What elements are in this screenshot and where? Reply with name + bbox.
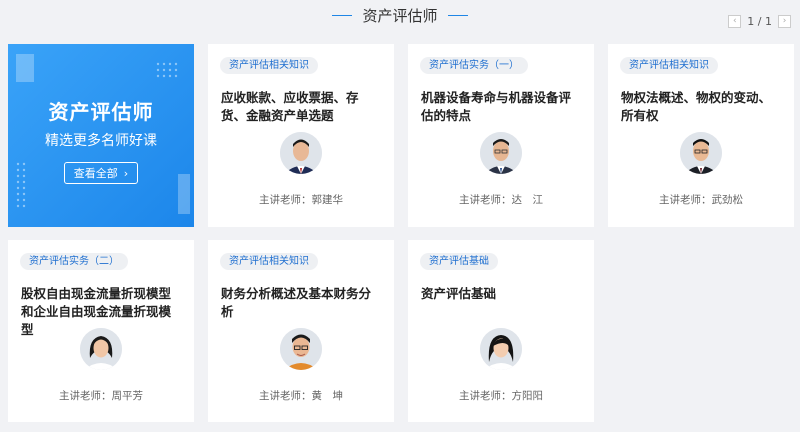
teacher-avatar: [480, 328, 522, 370]
section-header: 资产评估师: [0, 0, 800, 30]
course-card[interactable]: 资产评估相关知识 应收账款、应收票据、存货、金融资产单选题 主讲老师：郭建华: [208, 44, 394, 227]
chevron-right-icon: ›: [123, 166, 129, 180]
course-tag: 资产评估实务（二）: [20, 253, 128, 270]
course-card[interactable]: 资产评估相关知识 财务分析概述及基本财务分析 主讲老师：黄 坤: [208, 240, 394, 422]
course-tag: 资产评估实务（一）: [420, 57, 528, 74]
teacher-avatar: [280, 328, 322, 370]
section-title: 资产评估师: [362, 6, 438, 25]
view-all-button[interactable]: 查看全部 ›: [64, 162, 138, 184]
header-right-line: [447, 14, 468, 16]
course-tag: 资产评估相关知识: [220, 57, 318, 74]
course-card[interactable]: 资产评估基础 资产评估基础 主讲老师：方阳阳: [408, 240, 594, 422]
teacher-name: 主讲老师：方阳阳: [459, 390, 543, 402]
course-title[interactable]: 物权法概述、物权的变动、所有权: [621, 89, 781, 125]
page-indicator: 1 / 1: [747, 14, 772, 28]
teacher-avatar: [480, 132, 522, 174]
course-tag: 资产评估相关知识: [220, 253, 318, 270]
pager: ‹ 1 / 1 ›: [728, 13, 791, 29]
course-title[interactable]: 资产评估基础: [421, 285, 581, 303]
promo-subtitle: 精选更多名师好课: [45, 133, 157, 149]
view-all-label: 查看全部: [73, 167, 118, 180]
course-title[interactable]: 机器设备寿命与机器设备评估的特点: [421, 89, 581, 125]
teacher-name: 主讲老师：达 江: [459, 194, 543, 206]
promo-title: 资产评估师: [48, 100, 154, 124]
header-left-line: [332, 14, 353, 16]
course-tag: 资产评估相关知识: [620, 57, 718, 74]
course-card[interactable]: 资产评估实务（一） 机器设备寿命与机器设备评估的特点 主讲老师：达 江: [408, 44, 594, 227]
course-tag: 资产评估基础: [420, 253, 498, 270]
teacher-avatar: [280, 132, 322, 174]
teacher-name: 主讲老师：黄 坤: [259, 390, 343, 402]
teacher-avatar: [80, 328, 122, 370]
teacher-name: 主讲老师：武劲松: [659, 194, 743, 206]
teacher-name: 主讲老师：郭建华: [259, 194, 343, 206]
prev-page-button[interactable]: ‹: [728, 14, 742, 28]
teacher-avatar: [680, 132, 722, 174]
course-title[interactable]: 财务分析概述及基本财务分析: [221, 285, 381, 321]
next-page-button[interactable]: ›: [778, 14, 791, 28]
course-title[interactable]: 应收账款、应收票据、存货、金融资产单选题: [221, 89, 381, 125]
course-card[interactable]: 资产评估相关知识 物权法概述、物权的变动、所有权 主讲老师：武劲松: [608, 44, 794, 227]
promo-banner[interactable]: 资产评估师 精选更多名师好课 查看全部 ›: [8, 44, 194, 227]
course-card[interactable]: 资产评估实务（二） 股权自由现金流量折现模型和企业自由现金流量折现模型 主讲老师…: [8, 240, 194, 422]
teacher-name: 主讲老师：周平芳: [59, 390, 143, 402]
